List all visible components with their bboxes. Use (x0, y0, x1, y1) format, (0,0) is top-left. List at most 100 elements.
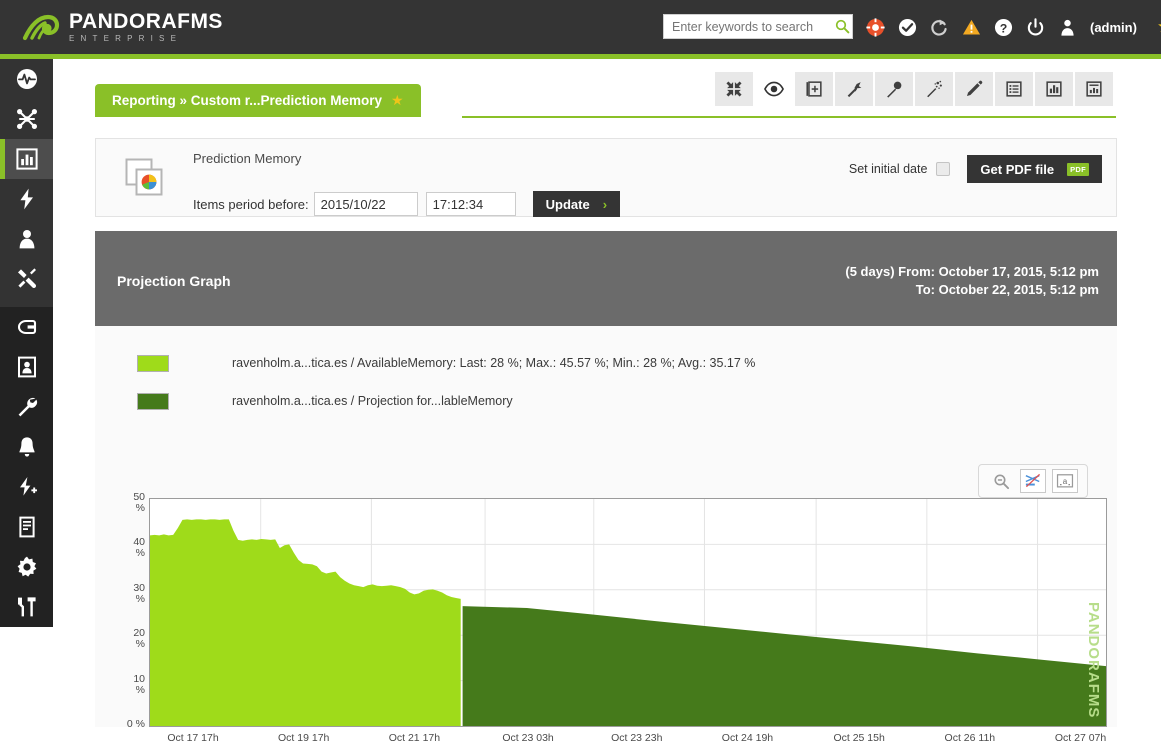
sidebar-item-servers[interactable] (0, 507, 53, 547)
sidebar-item-discovery[interactable] (0, 307, 53, 347)
x-axis-tick: Oct 17 17h (167, 732, 219, 744)
chevron-right-icon: › (602, 196, 608, 212)
lightning-bolt-icon (19, 188, 33, 210)
tb-pin-button[interactable] (875, 72, 913, 106)
x-axis-tick: Oct 19 17h (278, 732, 330, 744)
legend-item[interactable]: ravenholm.a...tica.es / AvailableMemory:… (137, 344, 755, 382)
chart-box-icon (1086, 81, 1102, 97)
panel-title: Projection Graph (117, 273, 231, 289)
sidebar-item-events[interactable] (0, 179, 53, 219)
pulse-circle-icon (16, 69, 37, 89)
sidebar-item-admin-tools[interactable] (0, 587, 53, 627)
check-circle-icon[interactable] (896, 16, 918, 38)
breadcrumb-text: Reporting » Custom r...Prediction Memory (112, 93, 383, 108)
y-axis-tick: 30% (133, 581, 145, 605)
svg-text:?: ? (999, 21, 1007, 35)
sidebar-item-events-manage[interactable] (0, 467, 53, 507)
set-initial-date-checkbox[interactable] (936, 162, 951, 176)
star-icon[interactable]: ★ (1157, 17, 1161, 37)
pdf-badge-icon: PDF (1067, 162, 1089, 176)
tb-report-button[interactable] (1075, 72, 1113, 106)
search-input[interactable] (664, 19, 833, 34)
tb-view-button[interactable] (755, 72, 793, 106)
warning-triangle-icon[interactable] (960, 16, 982, 38)
search-icon[interactable] (833, 19, 852, 34)
sidebar-item-setup[interactable] (0, 547, 53, 587)
y-axis: 50% 40% 30% 20% 10% 0 % (117, 492, 145, 730)
svg-text:a: a (1063, 477, 1068, 486)
main-content: Reporting » Custom r...Prediction Memory… (53, 59, 1161, 744)
tb-graph-button[interactable] (1035, 72, 1073, 106)
magnifier-pin-icon (887, 81, 902, 98)
x-axis-tick: Oct 25 15h (833, 732, 885, 744)
panel-header: Projection Graph (5 days) From: October … (95, 231, 1117, 326)
chart-legend: ravenholm.a...tica.es / AvailableMemory:… (137, 344, 755, 420)
sidebar-item-resources[interactable] (0, 347, 53, 387)
sidebar-item-tools[interactable] (0, 259, 53, 299)
x-axis-tick: Oct 21 17h (388, 732, 441, 744)
lightning-plus-icon (19, 477, 37, 496)
y-axis-tick: 40% (133, 536, 145, 560)
pencil-icon (966, 80, 983, 97)
logo-title: PANDORAFMS (69, 10, 223, 33)
date-to: To: October 22, 2015, 5:12 pm (915, 282, 1099, 297)
bar-chart-icon (1046, 81, 1062, 97)
y-axis-tick: 20% (133, 627, 145, 651)
chart-toggle-labels-button[interactable]: a (1052, 469, 1078, 493)
page-toolbar (715, 72, 1113, 106)
breadcrumb[interactable]: Reporting » Custom r...Prediction Memory… (95, 84, 421, 117)
tb-sparkle-wand-button[interactable] (915, 72, 953, 106)
get-pdf-button[interactable]: Get PDF file PDF (967, 155, 1102, 183)
sidebar-item-configuration[interactable] (0, 387, 53, 427)
star-icon[interactable]: ★ (391, 92, 404, 109)
app-logo[interactable]: PANDORAFMS ENTERPRISE (22, 11, 223, 43)
search-box[interactable] (663, 14, 853, 39)
chart-controls: a (978, 464, 1088, 498)
x-axis-tick: Oct 23 03h (502, 732, 554, 744)
tb-add-item-button[interactable] (795, 72, 833, 106)
update-button[interactable]: Update › (532, 191, 621, 217)
refresh-icon[interactable] (928, 16, 950, 38)
tools-icon (17, 268, 36, 289)
legend-swatch (137, 354, 169, 372)
chart-toggle-series-button[interactable] (1020, 469, 1046, 493)
wrench-icon (18, 397, 37, 417)
chart-zoom-out-button[interactable] (988, 469, 1014, 493)
sidebar-item-topology[interactable] (0, 99, 53, 139)
legend-item[interactable]: ravenholm.a...tica.es / Projection for..… (137, 382, 755, 420)
sidebar-item-alerts[interactable] (0, 427, 53, 467)
update-label: Update (545, 196, 590, 212)
sidebar-item-reporting[interactable] (0, 139, 53, 179)
period-control-row: Items period before: Update › (193, 191, 621, 217)
tb-list-button[interactable] (995, 72, 1033, 106)
plug-icon (17, 319, 36, 335)
header-icon-group: ? (admin) ★ (864, 14, 1161, 40)
power-icon[interactable] (1024, 16, 1046, 38)
panel-date-range: (5 days) From: October 17, 2015, 5:12 pm… (845, 263, 1099, 299)
lifebuoy-icon[interactable] (864, 16, 886, 38)
add-box-icon (806, 81, 822, 97)
admin-label[interactable]: (admin) (1090, 20, 1137, 35)
tb-edit-button[interactable] (955, 72, 993, 106)
help-circle-icon[interactable]: ? (992, 16, 1014, 38)
bar-chart-icon (15, 148, 38, 170)
y-axis-tick: 10% (133, 672, 145, 696)
eye-icon (764, 81, 784, 97)
period-label: Items period before: (193, 196, 309, 212)
plot-canvas[interactable]: PANDORAFMS (149, 498, 1107, 727)
sidebar-item-users[interactable] (0, 219, 53, 259)
sidebar (0, 59, 53, 627)
x-axis-tick: Oct 23 23h (611, 732, 663, 744)
sidebar-item-monitoring[interactable] (0, 59, 53, 99)
logo-subtitle: ENTERPRISE (69, 34, 183, 43)
user-icon[interactable] (1056, 16, 1078, 38)
tb-fullscreen-button[interactable] (715, 72, 753, 106)
date-input[interactable] (313, 192, 418, 216)
tb-wand-button[interactable] (835, 72, 873, 106)
y-axis-tick: 0 % (126, 718, 145, 730)
legend-label: ravenholm.a...tica.es / AvailableMemory:… (232, 356, 756, 370)
time-input[interactable] (425, 192, 516, 216)
date-from: (5 days) From: October 17, 2015, 5:12 pm (845, 264, 1099, 279)
report-control-card: Prediction Memory Items period before: U… (95, 138, 1117, 217)
sidebar-divider (0, 299, 53, 307)
